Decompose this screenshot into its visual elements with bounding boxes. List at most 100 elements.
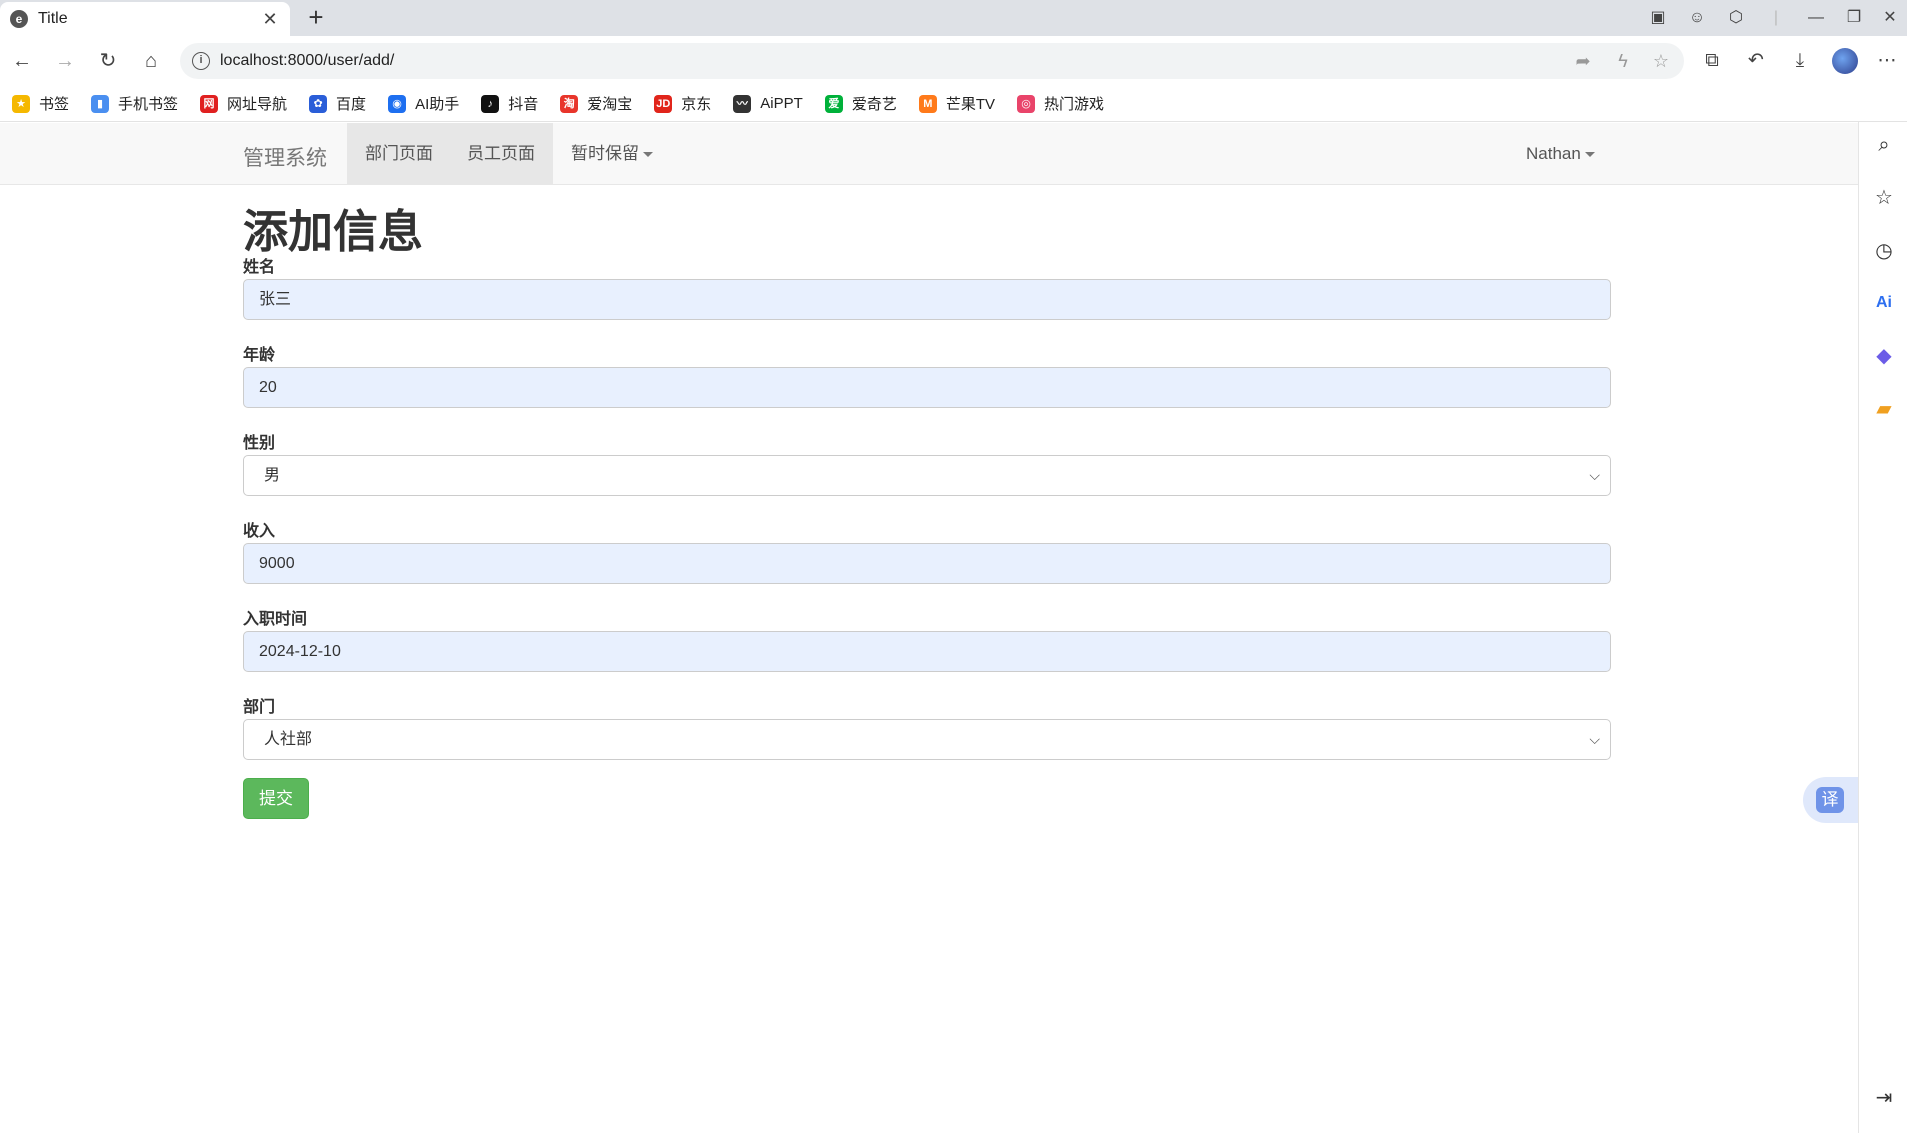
bookmark-label: AI助手 bbox=[415, 96, 460, 113]
select-field[interactable]: 人社部 ⌵ bbox=[243, 719, 1611, 760]
nav-link-employees[interactable]: 员工页面 bbox=[449, 123, 553, 184]
brand-link[interactable]: 管理系统 bbox=[243, 142, 327, 172]
favorites-star-icon[interactable]: ☆ bbox=[1871, 185, 1897, 211]
bookmarks-bar: ★ 书签 ▮ 手机书签 网网址导航 ✿ 百度 ◉ AI助手 ♪ 抖音 淘爱淘宝 JD 京东 〰 AiPPT 爱爱… bbox=[0, 86, 1907, 122]
field-label: 年龄 bbox=[243, 347, 276, 364]
new-tab-button[interactable]: + bbox=[302, 4, 330, 32]
bookmark-item[interactable]: 淘爱淘宝 bbox=[560, 93, 632, 114]
bookmark-star-icon[interactable]: ☆ bbox=[1650, 50, 1672, 72]
site-navbar: 管理系统 部门页面 员工页面 暂时保留 Nathan bbox=[0, 123, 1858, 185]
bookmark-item[interactable]: ◎ 热门游戏 bbox=[1017, 93, 1104, 114]
field-label: 姓名 bbox=[243, 259, 276, 276]
ai-icon[interactable]: Ai bbox=[1871, 290, 1897, 316]
text-input[interactable]: 20 bbox=[243, 367, 1611, 408]
caret-down-icon bbox=[1584, 152, 1595, 158]
nav-link-departments[interactable]: 部门页面 bbox=[347, 123, 451, 184]
bookmark-item[interactable]: ◉ AI助手 bbox=[388, 93, 459, 114]
form-group: 性别男 ⌵ bbox=[243, 408, 1611, 496]
extension-puzzle-icon[interactable]: ⬡ bbox=[1720, 6, 1752, 30]
user-menu[interactable]: Nathan bbox=[1508, 123, 1613, 184]
aippt-icon: 〰 bbox=[733, 94, 752, 113]
site-favicon-icon: e bbox=[10, 10, 28, 28]
download-icon[interactable]: ⤓ bbox=[1786, 47, 1814, 75]
field-value: 2024-12-10 bbox=[259, 643, 341, 660]
bookmark-item[interactable]: JD 京东 bbox=[654, 93, 711, 114]
bookmark-label: 百度 bbox=[336, 96, 367, 113]
translate-widget[interactable]: 译 bbox=[1803, 777, 1858, 823]
submit-button[interactable]: 提交 bbox=[243, 778, 309, 819]
field-value: 男 bbox=[264, 467, 281, 484]
baidu-icon: ✿ bbox=[309, 94, 328, 113]
form-group: 入职时间 2024-12-10 bbox=[243, 584, 1611, 672]
game-icon: ◎ bbox=[1017, 94, 1035, 113]
home-icon[interactable]: ⌂ bbox=[137, 47, 165, 75]
text-input[interactable]: 2024-12-10 bbox=[243, 631, 1611, 672]
bookmark-item[interactable]: 爱爱奇艺 bbox=[824, 93, 897, 114]
text-input[interactable]: 张三 bbox=[243, 279, 1611, 320]
close-tab-icon[interactable]: ✕ bbox=[260, 9, 280, 30]
bookmark-label: 京东 bbox=[681, 96, 712, 113]
select-field[interactable]: 男 ⌵ bbox=[243, 455, 1611, 496]
field-label: 部门 bbox=[243, 699, 276, 716]
gamepad-icon[interactable]: ◆ bbox=[1871, 343, 1897, 369]
browser-tab[interactable]: e Title ✕ bbox=[0, 2, 290, 36]
text-input[interactable]: 9000 bbox=[243, 543, 1611, 584]
collapse-panel-icon[interactable]: ⇥ bbox=[1871, 1085, 1897, 1111]
chevron-down-icon: ⌵ bbox=[1589, 467, 1600, 483]
bookmark-label: 热门游戏 bbox=[1044, 96, 1105, 113]
bookmark-item[interactable]: 网网址导航 bbox=[200, 93, 287, 114]
bookmark-item[interactable]: ★ 书签 bbox=[12, 93, 69, 114]
ai-assistant-icon: ◉ bbox=[388, 94, 407, 113]
field-label: 入职时间 bbox=[243, 611, 308, 628]
translate-icon: 译 bbox=[1816, 787, 1844, 813]
form-group: 收入 9000 bbox=[243, 496, 1611, 584]
site-info-icon[interactable]: i bbox=[192, 52, 210, 70]
form-container: 添加信息 姓名 张三 年龄 20 性别男 ⌵ 收入 9000 入职时间 2024-12-10 部门人… bbox=[243, 185, 1611, 819]
browser-side-panel: ⌕ ☆ ◷ Ai ◆ ▰ ⇥ bbox=[1858, 122, 1907, 1133]
undo-icon[interactable]: ↶ bbox=[1742, 47, 1770, 75]
field-value: 9000 bbox=[259, 555, 295, 572]
field-label: 收入 bbox=[243, 523, 276, 540]
bookmark-item[interactable]: ♪ 抖音 bbox=[481, 93, 538, 114]
minimize-button[interactable]: — bbox=[1800, 6, 1832, 30]
bookmark-item[interactable]: ✿ 百度 bbox=[309, 93, 366, 114]
bookmark-label: 芒果TV bbox=[945, 96, 995, 113]
form-group: 姓名张三 bbox=[243, 257, 1611, 320]
jd-icon: JD bbox=[654, 94, 673, 113]
search-icon[interactable]: ⌕ bbox=[1871, 132, 1897, 158]
toolbox-icon[interactable]: ▰ bbox=[1871, 396, 1897, 422]
bookmark-item[interactable]: M 芒果TV bbox=[918, 93, 995, 114]
bookmark-item[interactable]: ▮ 手机书签 bbox=[91, 93, 178, 114]
back-arrow-icon[interactable]: ← bbox=[8, 47, 36, 75]
incognito-icon[interactable]: ☺ bbox=[1681, 6, 1713, 30]
extensions-icon[interactable]: ⧉ bbox=[1698, 47, 1726, 75]
form-group: 部门人社部 ⌵ bbox=[243, 672, 1611, 760]
url-text[interactable]: localhost:8000/user/add/ bbox=[220, 52, 394, 70]
tab-search-icon[interactable]: ▣ bbox=[1642, 6, 1674, 30]
forward-arrow-icon[interactable]: → bbox=[51, 47, 79, 75]
page-title: 添加信息 bbox=[243, 206, 424, 257]
lightning-icon[interactable]: ϟ bbox=[1612, 50, 1634, 72]
restore-button[interactable]: ❐ bbox=[1838, 6, 1870, 30]
address-bar[interactable]: i localhost:8000/user/add/ ➦ ϟ ☆ bbox=[180, 43, 1684, 79]
nav-dropdown-reserved[interactable]: 暂时保留 bbox=[553, 123, 671, 184]
field-value: 张三 bbox=[259, 291, 292, 308]
field-value: 20 bbox=[259, 379, 277, 396]
divider: | bbox=[1773, 9, 1779, 26]
history-clock-icon[interactable]: ◷ bbox=[1871, 238, 1897, 264]
caret-down-icon bbox=[643, 152, 653, 158]
more-menu-icon[interactable]: ⋯ bbox=[1873, 47, 1901, 75]
phone-bookmark-icon: ▮ bbox=[91, 94, 110, 113]
close-window-button[interactable]: ✕ bbox=[1874, 6, 1906, 30]
bookmark-item[interactable]: 〰 AiPPT bbox=[733, 94, 803, 113]
user-name: Nathan bbox=[1526, 144, 1581, 163]
bookmark-label: 爱淘宝 bbox=[587, 96, 633, 113]
dropdown-label: 暂时保留 bbox=[571, 144, 639, 163]
bookmark-label: AiPPT bbox=[760, 95, 803, 112]
reload-icon[interactable]: ↻ bbox=[94, 47, 122, 75]
share-icon[interactable]: ➦ bbox=[1572, 50, 1594, 72]
bookmark-label: 爱奇艺 bbox=[851, 96, 897, 113]
mango-icon: M bbox=[918, 94, 937, 113]
profile-avatar[interactable] bbox=[1832, 48, 1858, 74]
form-fields: 姓名 张三 年龄 20 性别男 ⌵ 收入 9000 入职时间 2024-12-10 部门 人社部 ⌵ bbox=[243, 257, 1611, 760]
